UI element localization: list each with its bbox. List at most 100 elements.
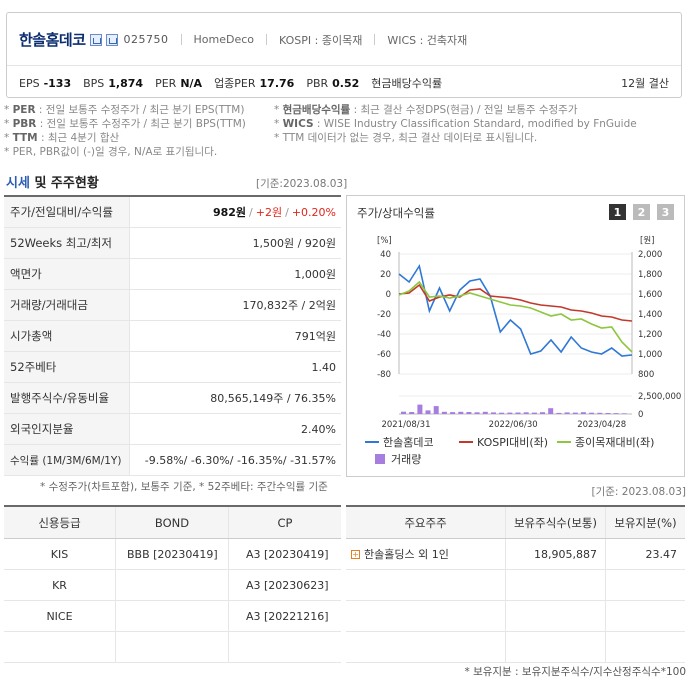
bps-value: 1,874: [108, 76, 144, 90]
y-right-tick-label: 1,000: [638, 350, 662, 360]
kospi-tag: KOSPI : 종이목재: [279, 33, 363, 47]
y-left-tick-label: -60: [377, 350, 391, 360]
note-per: * PER : 전일 보통주 수정주가 / 최근 분기 EPS(TTM): [4, 104, 245, 116]
volume-bar: [499, 412, 505, 414]
table-row: 외국인지분율 2.40%: [4, 414, 341, 445]
table-row: 52Weeks 최고/최저 1,500원 / 920원: [4, 228, 341, 259]
table-row: [346, 632, 685, 663]
price-chart: [%] [원] 40 20 0 -20 -40 -60 -80 2,000 1,800 1,600 1,…: [365, 236, 681, 466]
table-row: 52주베타 1.40: [4, 352, 341, 383]
col-header: 보유지분(%): [614, 515, 677, 530]
note-ttm-missing: * TTM 데이터가 없는 경우, 최근 결산 데이터로 표시됩니다.: [274, 132, 538, 144]
holders-asof: [기준: 2023.08.03]: [591, 486, 686, 498]
row-value: 170,832주 / 2억원: [242, 299, 336, 312]
eps-value: -133: [43, 76, 72, 90]
volume-bar: [540, 412, 545, 414]
legend-label: KOSPI대비(좌): [477, 436, 548, 449]
series-line-KOSPI대비(좌): [398, 283, 633, 322]
per-value: N/A: [180, 76, 203, 90]
stock-code: 025750: [123, 33, 169, 46]
volume-bar: [556, 412, 562, 414]
y-right-tick-label: 1,200: [638, 330, 662, 340]
row-value: 80,565,149주 / 76.35%: [210, 392, 336, 405]
y-left-tick-label: 20: [380, 270, 391, 280]
y-right-tick-label: 2,000: [638, 250, 662, 260]
stock-header: 한솔홈데코 025750 HomeDeco KOSPI : 종이목재 WICS …: [6, 12, 682, 98]
note-ttm: * TTM : 최근 4분기 합산: [4, 132, 120, 144]
volume-bar: [433, 406, 439, 414]
row-label: 52주베타: [4, 352, 130, 382]
row-label: 주가/전일대비/수익률: [4, 197, 130, 227]
row-value: 2.40%: [301, 422, 336, 436]
chart-panel: 주가/상대수익률 1 2 3 [%] [원] 40 20 0 -20 -40 -60 -80 2,…: [346, 195, 685, 477]
table-row: [346, 601, 685, 632]
x-tick-label: 2022/06/30: [489, 420, 538, 430]
left-axis-unit: [%]: [377, 236, 392, 246]
volume-bar: [482, 411, 488, 414]
volume-bar: [589, 412, 595, 414]
volume-bar: [401, 411, 406, 414]
y-right-tick-label: 1,800: [638, 270, 662, 280]
col-header: 보유주식수(보통): [506, 507, 606, 538]
volume-bar: [548, 408, 554, 414]
dividend-yield-label: 현금배당수익률: [371, 77, 443, 90]
industry-tag: HomeDeco: [193, 33, 255, 46]
y-left-tick-label: -40: [377, 330, 391, 340]
series-line-종이목재대비(좌): [398, 280, 633, 353]
row-label: 거래량/거래대금: [4, 290, 130, 320]
home-icon[interactable]: [89, 33, 102, 46]
quote-footnote: * 수정주가(차트포함), 보통주 기준, * 52주베타: 주간수익률 기준: [40, 481, 328, 493]
header-top-row: 한솔홈데코 025750 HomeDeco KOSPI : 종이목재 WICS …: [19, 29, 467, 50]
settlement-month: 12월 결산: [621, 77, 669, 90]
volume-bar: [572, 412, 578, 414]
y-right-tick-label: 1,600: [638, 290, 662, 300]
table-row: 거래량/거래대금 170,832주 / 2억원: [4, 290, 341, 321]
legend-label: 한솔홈데코: [383, 435, 434, 449]
holder-name: 한솔홀딩스 외 1인: [364, 548, 449, 561]
company-name[interactable]: 한솔홈데코: [19, 29, 86, 50]
y-right-tick-label: 1,400: [638, 310, 662, 320]
series-line-한솔홈데코: [398, 263, 633, 357]
volume-bar: [466, 412, 472, 414]
y-right-tick-label: 800: [638, 370, 654, 380]
table-row: KR A3 [20230623]: [4, 570, 341, 601]
table-row: 액면가 1,000원: [4, 259, 341, 290]
y-left-tick-label: 0: [386, 290, 391, 300]
price-value: 982원: [212, 206, 247, 219]
volume-bar: [491, 412, 496, 414]
x-tick-label: 2023/04/28: [577, 420, 626, 430]
row-label: 액면가: [4, 259, 130, 289]
volume-bar: [613, 413, 619, 414]
right-axis-unit: [원]: [640, 236, 654, 246]
volume-bar: [605, 413, 611, 414]
col-header: BOND: [116, 507, 229, 538]
returns-value: -9.58%/ -6.30%/ -16.35%/ -31.57%: [144, 453, 336, 467]
y-left-tick-label: -20: [377, 310, 391, 320]
table-row: 시가총액 791억원: [4, 321, 341, 352]
volume-tick-label: 2,500,000: [638, 392, 681, 402]
pbr-value: 0.52: [332, 76, 360, 90]
volume-bar: [458, 411, 464, 414]
expand-plus-icon[interactable]: +: [351, 549, 360, 559]
row-value: 1,000원: [294, 268, 336, 281]
row-label: 수익률 (1M/3M/6M/1Y): [4, 445, 130, 475]
volume-bar: [417, 404, 423, 414]
row-value: 1,500원 / 920원: [252, 237, 336, 250]
per-label: PER: [155, 76, 177, 90]
volume-bar: [450, 412, 456, 414]
quote-table: 주가/전일대비/수익률 982원 / +2원 / +0.20% 52Weeks 최고…: [4, 195, 341, 476]
change-pct-value: +0.20%: [291, 205, 336, 219]
row-label: 시가총액: [4, 321, 130, 351]
note-dividend: * 현금배당수익률 : 최근 결산 수정DPS(현금) / 전일 보통주 수정주…: [274, 104, 578, 116]
table-header: 신용등급 BOND CP: [4, 507, 341, 539]
legend-label: 거래량: [391, 453, 421, 466]
col-header: CP: [277, 515, 293, 530]
ir-icon[interactable]: [105, 33, 118, 46]
major-shareholders-table: 주요주주 보유주식수(보통) 보유지분(%) + 한솔홀딩스 외 1인 18,90…: [346, 505, 685, 663]
y-left-tick-label: -80: [377, 370, 391, 380]
table-row: + 한솔홀딩스 외 1인 18,905,887 23.47: [346, 539, 685, 570]
row-value: 791억원: [294, 330, 336, 343]
table-row: 주가/전일대비/수익률 982원 / +2원 / +0.20%: [4, 197, 341, 228]
col-header: 신용등급: [4, 507, 116, 538]
legend-label: 종이목재대비(좌): [575, 436, 654, 449]
